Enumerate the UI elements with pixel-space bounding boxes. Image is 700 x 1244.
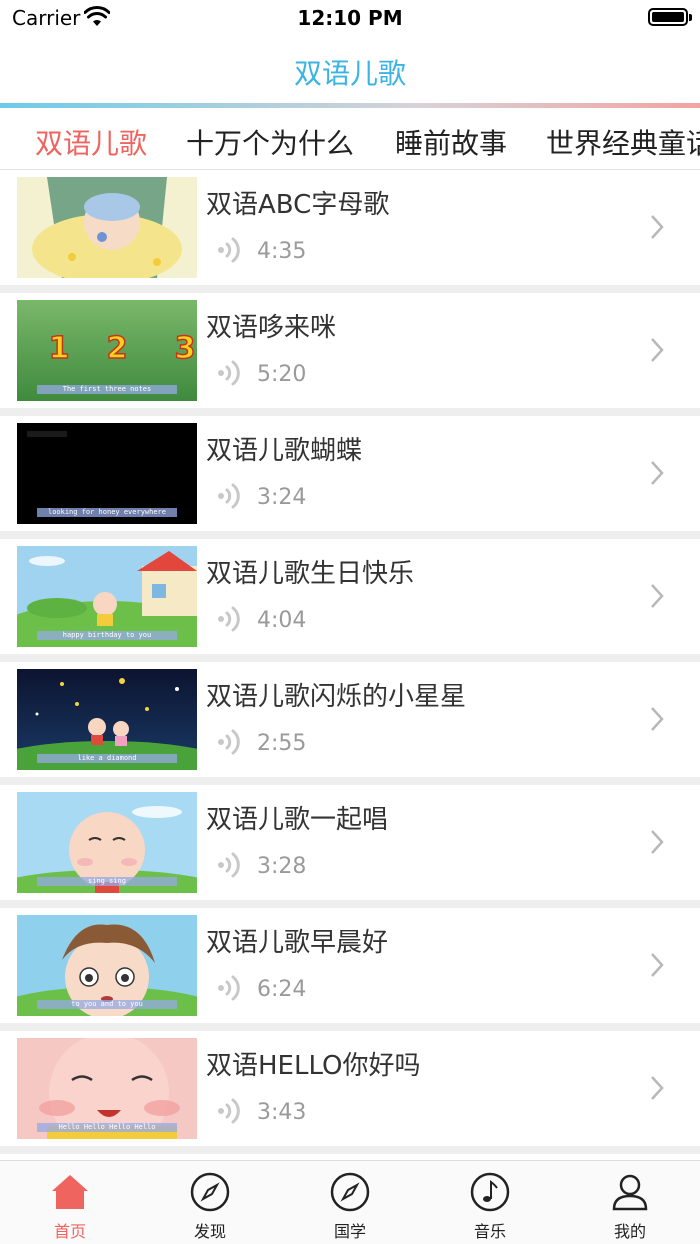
list-item[interactable]: Hello Hello Hello Hello 双语HELLO你好吗 3:43 [0,1031,700,1146]
tabbar-label: 发现 [193,1222,226,1241]
tabbar-label: 我的 [613,1222,646,1241]
video-thumbnail: to you and to you [17,915,197,1016]
speaker-icon [218,852,240,878]
song-duration: 3:24 [257,485,307,510]
thumbnail-caption: looking for honey everywhere [37,508,177,517]
song-duration: 4:35 [257,239,307,264]
row-separator [0,777,700,785]
song-duration: 3:28 [257,854,307,879]
song-title: 双语ABC字母歌 [206,190,390,220]
status-bar: Carrier 12:10 PM [0,0,700,36]
row-separator [0,1146,700,1154]
thumbnail-caption: happy birthday to you [37,631,177,640]
thumb-number: 3 [175,331,196,366]
song-title: 双语儿歌闪烁的小星星 [206,682,467,712]
home-icon [52,1175,88,1209]
tab-bedtime-stories[interactable]: 睡前故事 [395,122,507,162]
chevron-right-icon [651,830,664,854]
tab-bar: 首页 发现 国学 音乐 我的 [0,1160,700,1244]
song-title: 双语哆来咪 [206,313,337,343]
row-separator [0,285,700,293]
song-duration: 6:24 [257,977,307,1002]
thumbnail-caption: The first three notes [37,385,177,394]
chevron-right-icon [651,953,664,977]
video-thumbnail: 1 2 3 The first three notes [17,300,197,401]
list-item[interactable]: looking for honey everywhere 双语儿歌蝴蝶 3:24 [0,416,700,531]
chevron-right-icon [651,215,664,239]
thumbnail-caption: like a diamond [37,754,177,763]
row-separator [0,531,700,539]
battery-icon [648,8,692,26]
tabbar-discover[interactable]: 发现 [140,1161,280,1244]
list-item[interactable]: 1 2 3 The first three notes 双语哆来咪 5:20 [0,293,700,408]
chevron-right-icon [651,584,664,608]
song-duration: 3:43 [257,1100,307,1125]
song-duration: 2:55 [257,731,307,756]
song-title: 双语儿歌一起唱 [206,805,389,835]
speaker-icon [218,360,240,386]
thumb-number: 2 [107,331,128,366]
video-thumbnail: looking for honey everywhere [17,423,197,524]
song-title: 双语HELLO你好吗 [206,1051,421,1081]
speaker-icon [218,483,240,509]
thumb-number: 1 [49,331,70,366]
list-item[interactable]: sing sing 双语儿歌一起唱 3:28 [0,785,700,900]
chevron-right-icon [651,707,664,731]
song-duration: 4:04 [257,608,307,633]
speaker-icon [218,1098,240,1124]
tabbar-label: 音乐 [473,1222,506,1241]
list-item[interactable]: 双语ABC字母歌 4:35 [0,170,700,285]
list-item[interactable]: like a diamond 双语儿歌闪烁的小星星 2:55 [0,662,700,777]
tabbar-home[interactable]: 首页 [0,1161,140,1244]
speaker-icon [218,237,240,263]
tab-hundred-thousand-whys[interactable]: 十万个为什么 [186,122,354,162]
row-separator [0,654,700,662]
clock: 12:10 PM [297,6,403,30]
tabbar-label: 国学 [333,1222,366,1241]
tabbar-label: 首页 [53,1222,86,1241]
compass-icon [190,1172,230,1212]
thumbnail-caption: to you and to you [37,1000,177,1009]
video-thumbnail: happy birthday to you [17,546,197,647]
tabbar-music[interactable]: 音乐 [420,1161,560,1244]
thumbnail-caption: Hello Hello Hello Hello [37,1123,177,1132]
compass-icon [330,1172,370,1212]
chevron-right-icon [651,1076,664,1100]
song-title: 双语儿歌早晨好 [206,928,389,958]
tabbar-profile[interactable]: 我的 [560,1161,700,1244]
speaker-icon [218,975,240,1001]
music-note-icon [470,1172,510,1212]
song-title: 双语儿歌生日快乐 [206,559,415,589]
chevron-right-icon [651,338,664,362]
list-item[interactable]: happy birthday to you 双语儿歌生日快乐 4:04 [0,539,700,654]
page-title: 双语儿歌 [293,57,406,90]
thumbnail-caption: sing sing [37,877,177,886]
user-icon [612,1174,648,1211]
tab-classic-fairy-tales[interactable]: 世界经典童话 [546,122,700,162]
category-tabs: 双语儿歌 十万个为什么 睡前故事 世界经典童话 [0,108,700,170]
navigation-bar: 双语儿歌 [0,36,700,106]
video-thumbnail: Hello Hello Hello Hello [17,1038,197,1139]
speaker-icon [218,729,240,755]
row-separator [0,408,700,416]
video-thumbnail: sing sing [17,792,197,893]
row-separator [0,1023,700,1031]
tabbar-guoxue[interactable]: 国学 [280,1161,420,1244]
tab-bilingual-songs[interactable]: 双语儿歌 [35,122,147,162]
chevron-right-icon [651,461,664,485]
list-item[interactable]: to you and to you 双语儿歌早晨好 6:24 [0,908,700,1023]
song-duration: 5:20 [257,362,307,387]
speaker-icon [218,606,240,632]
song-title: 双语儿歌蝴蝶 [206,436,363,466]
video-thumbnail [17,177,197,278]
video-thumbnail: like a diamond [17,669,197,770]
row-separator [0,900,700,908]
